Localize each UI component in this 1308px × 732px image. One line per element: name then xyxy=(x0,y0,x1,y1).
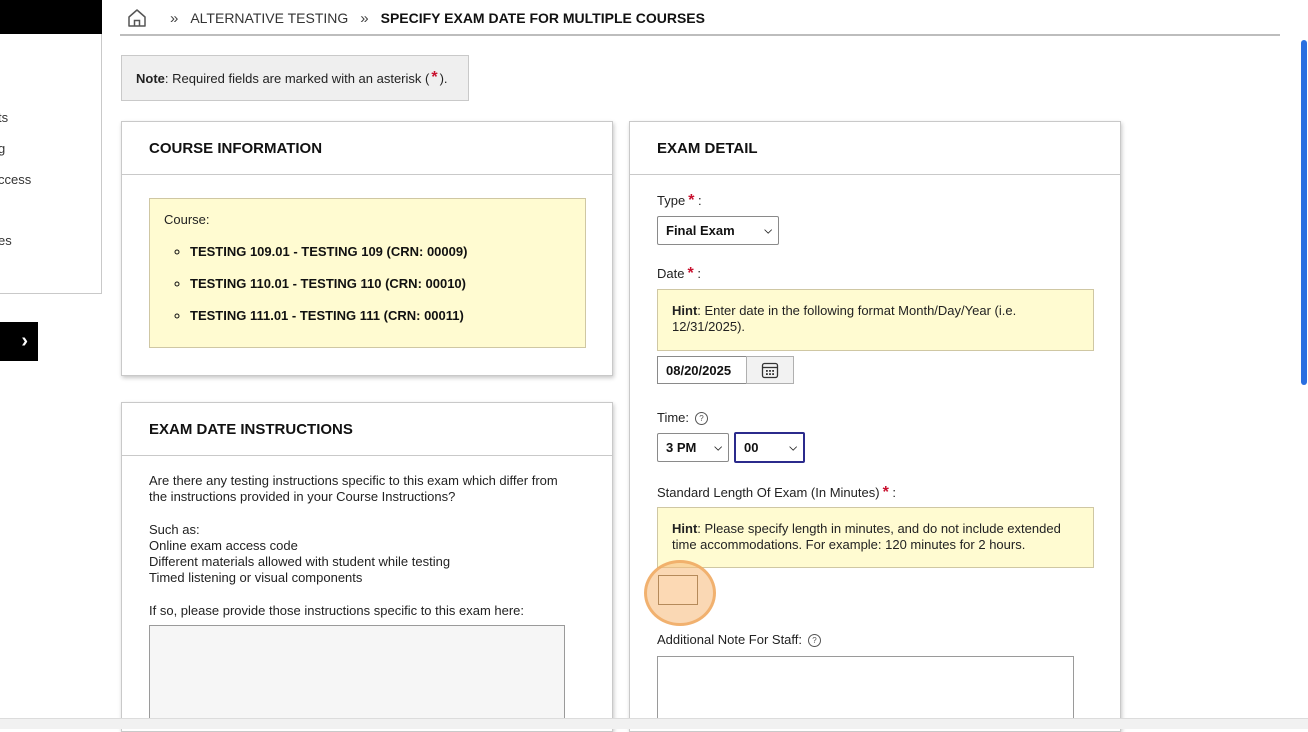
chevron-down-icon: ⌵ xyxy=(789,442,797,453)
panel-title: EXAM DETAIL xyxy=(630,122,1120,175)
sidebar-next-button[interactable]: › xyxy=(0,322,38,361)
calendar-button[interactable] xyxy=(746,356,794,384)
required-asterisk: * xyxy=(431,69,438,86)
required-asterisk: * xyxy=(688,192,695,209)
date-label-text: Date xyxy=(657,266,685,281)
panel-title: EXAM DATE INSTRUCTIONS xyxy=(122,403,612,456)
required-note: Note : Required fields are marked with a… xyxy=(121,55,469,101)
example-item: Online exam access code xyxy=(149,537,298,553)
horizontal-scrollbar[interactable] xyxy=(0,718,1308,729)
exam-instructions-panel: EXAM DATE INSTRUCTIONS Are there any tes… xyxy=(121,402,613,732)
breadcrumb-current: SPECIFY EXAM DATE FOR MULTIPLE COURSES xyxy=(380,10,705,26)
calendar-icon xyxy=(761,362,779,379)
sidebar-item[interactable]: g xyxy=(0,141,5,156)
course-item: TESTING 110.01 - TESTING 110 (CRN: 00010… xyxy=(190,276,571,291)
date-input[interactable]: 08/20/2025 xyxy=(657,356,747,384)
sidebar-nav: ts g ccess es xyxy=(0,34,102,294)
scrollbar-thumb[interactable] xyxy=(1301,40,1307,385)
note-text: : Required fields are marked with an ast… xyxy=(164,70,430,86)
exam-detail-panel: EXAM DETAIL Type * : Final Exam ⌵ Date * :… xyxy=(629,121,1121,732)
hint-label: Hint xyxy=(672,521,698,536)
breadcrumb-divider xyxy=(120,34,1280,36)
example-item: Timed listening or visual components xyxy=(149,570,363,586)
sidebar-item[interactable]: es xyxy=(0,233,12,248)
exam-length-hint: Hint: Please specify length in minutes, … xyxy=(657,507,1094,568)
sidebar-header-bar xyxy=(0,0,102,34)
breadcrumb-item-alternative-testing[interactable]: ALTERNATIVE TESTING xyxy=(190,10,348,26)
help-circle-icon[interactable]: ? xyxy=(695,412,709,426)
panel-title: COURSE INFORMATION xyxy=(122,122,612,175)
exam-length-input[interactable] xyxy=(658,575,698,605)
type-label: Type * : xyxy=(657,192,702,209)
required-asterisk: * xyxy=(882,484,889,501)
exam-instructions-textarea[interactable] xyxy=(149,625,565,725)
date-label: Date * : xyxy=(657,265,701,282)
hint-text: time accommodations. For example: 120 mi… xyxy=(672,537,1026,552)
staff-note-label-text: Additional Note For Staff: xyxy=(657,632,803,647)
exam-length-label-text: Standard Length Of Exam (In Minutes) xyxy=(657,485,880,500)
time-hour-select[interactable]: 3 PM ⌵ xyxy=(657,433,729,462)
date-value: 08/20/2025 xyxy=(666,362,732,378)
exam-type-select[interactable]: Final Exam ⌵ xyxy=(657,216,779,245)
breadcrumb-separator: » xyxy=(170,9,179,27)
note-suffix: ). xyxy=(439,70,448,86)
breadcrumb: » ALTERNATIVE TESTING » SPECIFY EXAM DAT… xyxy=(126,4,705,32)
example-item: Different materials allowed with student… xyxy=(149,554,451,570)
hint-text: : Enter date in the following format Mon… xyxy=(697,303,1017,318)
course-item: TESTING 111.01 - TESTING 111 (CRN: 00011… xyxy=(190,308,571,323)
course-list-box: Course: TESTING 109.01 - TESTING 109 (CR… xyxy=(149,198,586,348)
course-list: TESTING 109.01 - TESTING 109 (CRN: 00009… xyxy=(164,244,571,323)
help-circle-icon[interactable]: ? xyxy=(808,634,822,648)
date-hint: Hint: Enter date in the following format… xyxy=(657,289,1094,351)
instructions-prompt: If so, please provide those instructions… xyxy=(149,602,525,618)
staff-note-textarea[interactable] xyxy=(657,656,1074,720)
exam-length-label: Standard Length Of Exam (In Minutes) * : xyxy=(657,484,897,501)
time-minute-select[interactable]: 00 ⌵ xyxy=(734,432,805,463)
note-label: Note xyxy=(136,70,165,86)
hint-label: Hint xyxy=(672,303,698,318)
sidebar-item[interactable]: ts xyxy=(0,110,8,125)
course-label: Course: xyxy=(164,212,210,227)
home-icon[interactable] xyxy=(126,7,148,29)
course-information-panel: COURSE INFORMATION Course: TESTING 109.0… xyxy=(121,121,613,376)
instructions-question: the instructions provided in your Course… xyxy=(149,489,456,505)
time-minute-value: 00 xyxy=(744,440,759,455)
time-label-text: Time: xyxy=(657,410,690,425)
hint-text: 12/31/2025). xyxy=(672,319,746,334)
chevron-down-icon: ⌵ xyxy=(764,225,772,236)
such-as-label: Such as: xyxy=(149,521,200,537)
instructions-question: Are there any testing instructions speci… xyxy=(149,473,558,488)
exam-type-value: Final Exam xyxy=(666,223,735,238)
chevron-right-icon: › xyxy=(21,330,28,352)
sidebar-item[interactable]: ccess xyxy=(0,172,31,187)
chevron-down-icon: ⌵ xyxy=(714,442,722,453)
instructions-text: Are there any testing instructions speci… xyxy=(149,473,589,619)
breadcrumb-separator: » xyxy=(360,9,369,27)
type-label-text: Type xyxy=(657,193,686,208)
course-item: TESTING 109.01 - TESTING 109 (CRN: 00009… xyxy=(190,244,571,259)
staff-note-label: Additional Note For Staff:? xyxy=(657,632,822,648)
hint-text: : Please specify length in minutes, and … xyxy=(697,521,1061,536)
required-asterisk: * xyxy=(687,265,694,282)
time-label: Time:? xyxy=(657,410,709,426)
time-hour-value: 3 PM xyxy=(666,440,697,455)
